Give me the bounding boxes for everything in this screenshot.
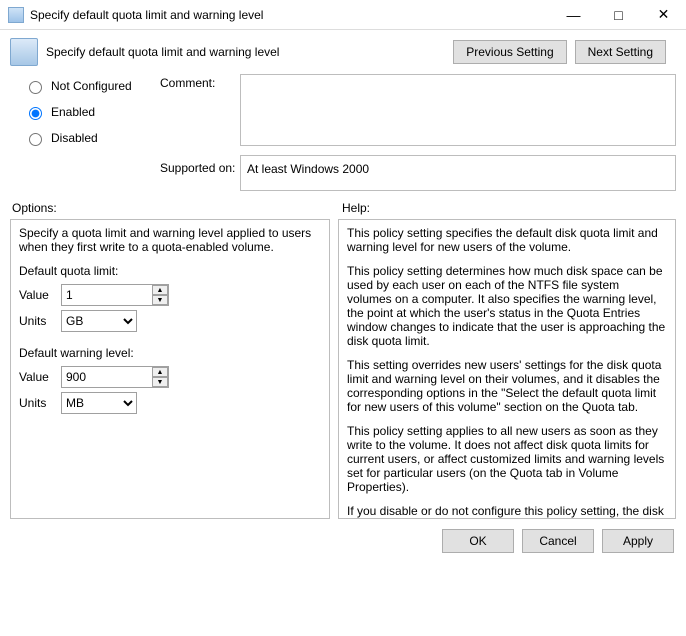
supported-on-text: At least Windows 2000 <box>240 155 676 191</box>
radio-disabled-input[interactable] <box>29 133 42 146</box>
warning-value-down[interactable]: ▼ <box>152 377 168 387</box>
warning-value-label: Value <box>19 370 61 384</box>
options-heading: Options: <box>12 201 342 215</box>
minimize-button[interactable]: — <box>551 0 596 29</box>
ok-button[interactable]: OK <box>442 529 514 553</box>
help-p3: This setting overrides new users' settin… <box>347 358 667 414</box>
comment-label: Comment: <box>160 74 240 90</box>
app-icon <box>8 7 24 23</box>
default-quota-limit-label: Default quota limit: <box>19 264 321 278</box>
comment-textarea[interactable] <box>240 74 676 146</box>
close-button[interactable]: ✕ <box>641 0 686 29</box>
default-warning-level-label: Default warning level: <box>19 346 321 360</box>
previous-setting-button[interactable]: Previous Setting <box>453 40 566 64</box>
apply-button[interactable]: Apply <box>602 529 674 553</box>
next-setting-button[interactable]: Next Setting <box>575 40 666 64</box>
help-panel: This policy setting specifies the defaul… <box>338 219 676 519</box>
options-panel: Specify a quota limit and warning level … <box>10 219 330 519</box>
window-controls: — □ ✕ <box>551 0 686 29</box>
help-p4: This policy setting applies to all new u… <box>347 424 667 494</box>
help-p2: This policy setting determines how much … <box>347 264 667 348</box>
title-bar: Specify default quota limit and warning … <box>0 0 686 30</box>
help-p5: If you disable or do not configure this … <box>347 504 667 519</box>
warning-units-label: Units <box>19 396 61 410</box>
quota-units-select[interactable]: GB <box>61 310 137 332</box>
policy-icon <box>10 38 38 66</box>
radio-not-configured-label: Not Configured <box>51 79 132 93</box>
dialog-footer: OK Cancel Apply <box>0 519 686 563</box>
policy-title: Specify default quota limit and warning … <box>46 45 453 59</box>
radio-enabled-input[interactable] <box>29 107 42 120</box>
help-heading: Help: <box>342 201 370 215</box>
radio-not-configured-input[interactable] <box>29 81 42 94</box>
radio-not-configured[interactable]: Not Configured <box>24 78 146 94</box>
help-p1: This policy setting specifies the defaul… <box>347 226 667 254</box>
radio-disabled[interactable]: Disabled <box>24 130 146 146</box>
warning-value-up[interactable]: ▲ <box>152 367 168 377</box>
supported-on-label: Supported on: <box>160 155 240 175</box>
radio-disabled-label: Disabled <box>51 131 98 145</box>
quota-value-label: Value <box>19 288 61 302</box>
cancel-button[interactable]: Cancel <box>522 529 594 553</box>
options-intro: Specify a quota limit and warning level … <box>19 226 321 254</box>
radio-enabled[interactable]: Enabled <box>24 104 146 120</box>
quota-value-down[interactable]: ▼ <box>152 295 168 305</box>
quota-units-label: Units <box>19 314 61 328</box>
radio-enabled-label: Enabled <box>51 105 95 119</box>
maximize-button[interactable]: □ <box>596 0 641 29</box>
state-radio-group: Not Configured Enabled Disabled <box>10 74 160 150</box>
sub-header: Specify default quota limit and warning … <box>0 30 686 74</box>
quota-value-up[interactable]: ▲ <box>152 285 168 295</box>
warning-units-select[interactable]: MB <box>61 392 137 414</box>
window-title: Specify default quota limit and warning … <box>30 8 551 22</box>
